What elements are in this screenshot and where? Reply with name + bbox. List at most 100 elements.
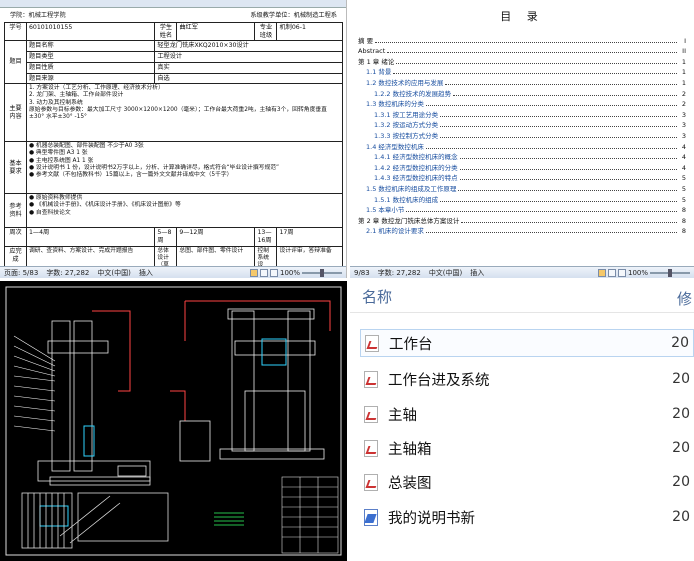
column-name-header[interactable]: 名称: [362, 286, 392, 307]
toc-entry[interactable]: 1.4 经济型数控机床 4: [358, 140, 686, 151]
week-label: 周次: [4, 227, 27, 247]
toc-entry[interactable]: 1.1 背景 1: [358, 66, 686, 76]
topic-type: 工程设计: [154, 51, 343, 63]
toc-entry-title: 1.4.3 经济型数控机床的特点: [374, 174, 458, 183]
req-line: ● 参考文献（不包括教科书）15篇以上，含一篇外文文献并译成中文（5千字）: [29, 172, 233, 179]
req-cell: ● 机器总装配图、部件装配图 不少于A0 3张 ● 典型零件图 A3 1 张 ●…: [26, 141, 343, 195]
file-item[interactable]: 主轴箱 20: [360, 434, 694, 462]
toc-entry[interactable]: 1.3.1 按工艺用途分类 3: [358, 108, 686, 119]
column-modified-header[interactable]: 修: [677, 288, 692, 309]
content-line: 原始参数与目标参数：最大加工尺寸 3000×1200×1200（毫米）；工作台最…: [29, 106, 327, 121]
toc-entry-title: 1.2.2 数控技术的发展趋势: [374, 89, 452, 98]
file-item[interactable]: 总装图 20: [360, 468, 694, 496]
file-date: 20: [672, 371, 690, 387]
toc-dot-leader: [440, 115, 677, 117]
file-item[interactable]: 我的说明书新 20: [360, 503, 694, 531]
fullscreen-button[interactable]: [259, 268, 268, 277]
file-date: 20: [672, 440, 690, 456]
pdf-icon: [364, 405, 378, 423]
word-count[interactable]: 字数: 27,282: [46, 268, 89, 278]
week-cell: 17周: [276, 227, 343, 247]
zoom-level[interactable]: 100%: [628, 269, 648, 277]
toc-dot-leader: [387, 52, 677, 54]
topic-name-label: 题目名称: [25, 40, 156, 52]
toc-entry[interactable]: 第 2 章 数控龙门铣床总体方案设计 8: [358, 214, 686, 225]
toc-dot-leader: [440, 200, 677, 202]
toc-entry[interactable]: 1.3.2 按运动方式分类 3: [358, 119, 686, 129]
toc-page-number: 8: [681, 206, 686, 215]
file-date: 20: [672, 474, 690, 490]
toc-entry[interactable]: 1.2 数控技术的应用与发展 1: [358, 76, 686, 87]
column-header[interactable]: 名称 修: [350, 281, 694, 313]
toc-dot-leader: [453, 94, 677, 96]
toc-entry[interactable]: Abstract II: [358, 45, 686, 55]
insert-mode[interactable]: 插入: [470, 268, 484, 278]
file-name: 总装图: [388, 475, 432, 492]
page-indicator[interactable]: 页面: 5/83: [4, 268, 38, 278]
toc-entry-title: 1.3.3 按控制方式分类: [374, 131, 439, 140]
language[interactable]: 中文(中国): [429, 268, 462, 278]
toc-dot-leader: [459, 168, 677, 170]
toc-entry[interactable]: 1.3 数控机床的分类 2: [358, 98, 686, 108]
file-item[interactable]: 工作台进及系统 20: [360, 365, 694, 393]
insert-mode[interactable]: 插入: [139, 268, 153, 278]
req-label: 基本要求: [4, 141, 27, 195]
cad-drawing-view[interactable]: [0, 281, 347, 561]
toc-page-number: 3: [681, 110, 686, 119]
topic-name: 轻型龙门铣床XKQ2010×30设计: [154, 40, 343, 52]
file-name: 主轴箱: [388, 441, 432, 458]
college-label: 学院：机械工程学院: [10, 12, 66, 19]
toc-entry[interactable]: 2.1 机床的设计要求 8: [358, 225, 686, 236]
toc-entry[interactable]: 1.5 数控机床的组成及工作原理 5: [358, 182, 686, 193]
zoom-slider[interactable]: [302, 268, 342, 277]
language[interactable]: 中文(中国): [97, 268, 130, 278]
status-bar: 页面: 5/83 字数: 27,282 中文(中国) 插入 100%: [0, 266, 346, 278]
toc-entry[interactable]: 1.3.3 按控制方式分类 3: [358, 129, 686, 140]
zoom-slider[interactable]: [650, 268, 690, 277]
zoom-level[interactable]: 100%: [280, 269, 300, 277]
fullscreen-button[interactable]: [607, 268, 616, 277]
assembly-drawing[interactable]: [0, 281, 347, 561]
leader-lines: [13, 335, 56, 432]
major-value: 机制06-1: [276, 21, 343, 42]
toc-entry[interactable]: 1.5 本章小节 8: [358, 204, 686, 215]
pdf-icon: [364, 473, 378, 491]
toc-entry[interactable]: 1.4.2 经济型数控机床的分类 4: [358, 161, 686, 172]
week-cell: 5—8周: [154, 227, 178, 247]
print-layout-button[interactable]: [597, 268, 606, 277]
file-item[interactable]: 工作台 20: [360, 329, 694, 357]
toc-dot-leader: [459, 158, 677, 160]
web-layout-button[interactable]: [269, 268, 278, 277]
file-name: 主轴: [388, 407, 417, 424]
toc-dot-leader: [458, 189, 677, 191]
toc-entry[interactable]: 1.5.1 数控机床的组成 5: [358, 193, 686, 204]
file-date: 20: [672, 406, 690, 422]
toc-page-number: 8: [681, 227, 686, 236]
content-line: 2. 龙门架、主轴箱、工作台部件设计: [29, 92, 124, 99]
toc-entry[interactable]: 第 1 章 绪论 1: [358, 55, 686, 66]
toc-entry-title: 1.5.1 数控机床的组成: [374, 195, 439, 204]
page-indicator[interactable]: 9/83: [354, 269, 370, 277]
toc-dot-leader: [459, 179, 677, 181]
toc-entry[interactable]: 摘 要I: [358, 34, 686, 45]
topic-type-label: 题目类型: [25, 51, 156, 63]
web-layout-button[interactable]: [617, 268, 626, 277]
ref-cell: ● 原始资料教师提供 ● 《机械设计手册》、《机床设计手册》、《机床设计图册》等…: [26, 193, 343, 229]
toc-entry[interactable]: 1.2.2 数控技术的发展趋势 2: [358, 87, 686, 98]
word-count[interactable]: 字数: 27,282: [378, 268, 421, 278]
toc-dot-leader: [425, 232, 677, 234]
print-layout-button[interactable]: [249, 268, 258, 277]
file-name: 工作台: [389, 336, 433, 353]
toc-entry-title: 1.4 经济型数控机床: [366, 142, 424, 151]
toc-entry-title: 第 2 章 数控龙门铣床总体方案设计: [358, 216, 460, 225]
toc-entry[interactable]: 1.4.1 经济型数控机床的概念 4: [358, 151, 686, 161]
file-item[interactable]: 主轴 20: [360, 400, 694, 428]
toc-entry-title: 1.3.1 按工艺用途分类: [374, 110, 439, 119]
toc-entry-title: 2.1 机床的设计要求: [366, 227, 424, 236]
student-name: 曲红军: [176, 21, 256, 42]
topic-nature-label: 题目性质: [25, 61, 156, 74]
student-no-label: 学号: [4, 21, 27, 42]
toc-entry-title: 1.4.2 经济型数控机床的分类: [374, 163, 458, 172]
toc-entry[interactable]: 1.4.3 经济型数控机床的特点 5: [358, 172, 686, 183]
toc-dot-leader: [393, 73, 677, 75]
